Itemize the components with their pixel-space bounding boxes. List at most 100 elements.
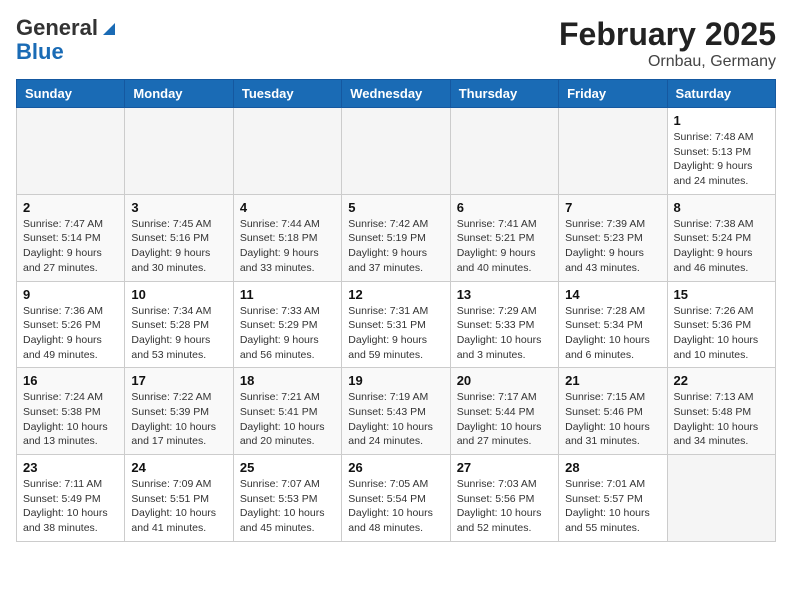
calendar-cell: 10 Sunrise: 7:34 AM Sunset: 5:28 PM Dayli… [125, 281, 233, 368]
day-info: Sunrise: 7:05 AM Sunset: 5:54 PM Dayligh… [348, 477, 443, 536]
calendar-week-3: 9Sunrise: 7:36 AM Sunset: 5:26 PM Daylig… [17, 281, 776, 368]
day-info: Sunrise: 7:07 AM Sunset: 5:53 PM Dayligh… [240, 477, 335, 536]
calendar-cell: 6 Sunrise: 7:41 AM Sunset: 5:21 PM Daylig… [450, 194, 558, 281]
title-block: February 2025 Ornbau, Germany [559, 16, 776, 71]
header-monday: Monday [125, 80, 233, 108]
day-info: Sunrise: 7:36 AM Sunset: 5:26 PM Dayligh… [23, 304, 118, 363]
calendar-cell: 15 Sunrise: 7:26 AM Sunset: 5:36 PM Dayli… [667, 281, 775, 368]
calendar-week-1: 1 Sunrise: 7:48 AM Sunset: 5:13 PM Daylig… [17, 108, 776, 195]
calendar-cell: 9Sunrise: 7:36 AM Sunset: 5:26 PM Daylig… [17, 281, 125, 368]
day-number: 13 [457, 287, 552, 302]
calendar-cell: 12 Sunrise: 7:31 AM Sunset: 5:31 PM Dayli… [342, 281, 450, 368]
day-info: Sunrise: 7:28 AM Sunset: 5:34 PM Dayligh… [565, 304, 660, 363]
calendar-cell: 24 Sunrise: 7:09 AM Sunset: 5:51 PM Dayli… [125, 455, 233, 542]
day-info: Sunrise: 7:42 AM Sunset: 5:19 PM Dayligh… [348, 217, 443, 276]
day-info: Sunrise: 7:33 AM Sunset: 5:29 PM Dayligh… [240, 304, 335, 363]
day-info: Sunrise: 7:26 AM Sunset: 5:36 PM Dayligh… [674, 304, 769, 363]
calendar-week-5: 23 Sunrise: 7:11 AM Sunset: 5:49 PM Dayli… [17, 455, 776, 542]
header-sunday: Sunday [17, 80, 125, 108]
day-number: 3 [131, 200, 226, 215]
day-info: Sunrise: 7:01 AM Sunset: 5:57 PM Dayligh… [565, 477, 660, 536]
page-header: General Blue February 2025 Ornbau, Germa… [16, 16, 776, 71]
day-info: Sunrise: 7:13 AM Sunset: 5:48 PM Dayligh… [674, 390, 769, 449]
day-number: 12 [348, 287, 443, 302]
calendar-cell [342, 108, 450, 195]
header-tuesday: Tuesday [233, 80, 341, 108]
day-info: Sunrise: 7:22 AM Sunset: 5:39 PM Dayligh… [131, 390, 226, 449]
day-info: Sunrise: 7:45 AM Sunset: 5:16 PM Dayligh… [131, 217, 226, 276]
day-number: 6 [457, 200, 552, 215]
header-friday: Friday [559, 80, 667, 108]
calendar-table: Sunday Monday Tuesday Wednesday Thursday… [16, 79, 776, 542]
calendar-cell: 20Sunrise: 7:17 AM Sunset: 5:44 PM Dayli… [450, 368, 558, 455]
day-number: 28 [565, 460, 660, 475]
day-info: Sunrise: 7:41 AM Sunset: 5:21 PM Dayligh… [457, 217, 552, 276]
day-number: 23 [23, 460, 118, 475]
day-number: 25 [240, 460, 335, 475]
calendar-cell: 4 Sunrise: 7:44 AM Sunset: 5:18 PM Daylig… [233, 194, 341, 281]
day-info: Sunrise: 7:39 AM Sunset: 5:23 PM Dayligh… [565, 217, 660, 276]
calendar-week-4: 16Sunrise: 7:24 AM Sunset: 5:38 PM Dayli… [17, 368, 776, 455]
calendar-cell: 16Sunrise: 7:24 AM Sunset: 5:38 PM Dayli… [17, 368, 125, 455]
day-info: Sunrise: 7:38 AM Sunset: 5:24 PM Dayligh… [674, 217, 769, 276]
day-info: Sunrise: 7:44 AM Sunset: 5:18 PM Dayligh… [240, 217, 335, 276]
calendar-cell: 19 Sunrise: 7:19 AM Sunset: 5:43 PM Dayli… [342, 368, 450, 455]
calendar-cell: 26 Sunrise: 7:05 AM Sunset: 5:54 PM Dayli… [342, 455, 450, 542]
calendar-cell [233, 108, 341, 195]
day-number: 26 [348, 460, 443, 475]
calendar-cell: 11 Sunrise: 7:33 AM Sunset: 5:29 PM Dayli… [233, 281, 341, 368]
calendar-cell: 23 Sunrise: 7:11 AM Sunset: 5:49 PM Dayli… [17, 455, 125, 542]
day-number: 20 [457, 373, 552, 388]
calendar-cell: 1 Sunrise: 7:48 AM Sunset: 5:13 PM Daylig… [667, 108, 775, 195]
calendar-cell: 27Sunrise: 7:03 AM Sunset: 5:56 PM Dayli… [450, 455, 558, 542]
calendar-cell: 3 Sunrise: 7:45 AM Sunset: 5:16 PM Daylig… [125, 194, 233, 281]
day-number: 7 [565, 200, 660, 215]
calendar-cell: 13 Sunrise: 7:29 AM Sunset: 5:33 PM Dayli… [450, 281, 558, 368]
header-thursday: Thursday [450, 80, 558, 108]
header-wednesday: Wednesday [342, 80, 450, 108]
day-info: Sunrise: 7:15 AM Sunset: 5:46 PM Dayligh… [565, 390, 660, 449]
day-number: 18 [240, 373, 335, 388]
day-number: 21 [565, 373, 660, 388]
calendar-cell [17, 108, 125, 195]
day-number: 27 [457, 460, 552, 475]
header-saturday: Saturday [667, 80, 775, 108]
day-info: Sunrise: 7:47 AM Sunset: 5:14 PM Dayligh… [23, 217, 118, 276]
calendar-cell: 25 Sunrise: 7:07 AM Sunset: 5:53 PM Dayli… [233, 455, 341, 542]
day-number: 19 [348, 373, 443, 388]
calendar-cell: 5 Sunrise: 7:42 AM Sunset: 5:19 PM Daylig… [342, 194, 450, 281]
day-number: 2 [23, 200, 118, 215]
day-number: 14 [565, 287, 660, 302]
calendar-cell: 17Sunrise: 7:22 AM Sunset: 5:39 PM Dayli… [125, 368, 233, 455]
calendar-header-row: Sunday Monday Tuesday Wednesday Thursday… [17, 80, 776, 108]
day-info: Sunrise: 7:48 AM Sunset: 5:13 PM Dayligh… [674, 130, 769, 189]
calendar-cell: 18 Sunrise: 7:21 AM Sunset: 5:41 PM Dayli… [233, 368, 341, 455]
calendar-cell [450, 108, 558, 195]
day-number: 15 [674, 287, 769, 302]
day-number: 24 [131, 460, 226, 475]
day-number: 10 [131, 287, 226, 302]
calendar-cell: 22Sunrise: 7:13 AM Sunset: 5:48 PM Dayli… [667, 368, 775, 455]
calendar-cell: 7 Sunrise: 7:39 AM Sunset: 5:23 PM Daylig… [559, 194, 667, 281]
day-number: 11 [240, 287, 335, 302]
day-info: Sunrise: 7:21 AM Sunset: 5:41 PM Dayligh… [240, 390, 335, 449]
day-number: 1 [674, 113, 769, 128]
day-info: Sunrise: 7:19 AM Sunset: 5:43 PM Dayligh… [348, 390, 443, 449]
calendar-cell: 2 Sunrise: 7:47 AM Sunset: 5:14 PM Daylig… [17, 194, 125, 281]
calendar-cell: 8Sunrise: 7:38 AM Sunset: 5:24 PM Daylig… [667, 194, 775, 281]
calendar-cell [125, 108, 233, 195]
logo-icon [100, 20, 118, 38]
logo: General Blue [16, 16, 118, 64]
day-number: 5 [348, 200, 443, 215]
day-info: Sunrise: 7:34 AM Sunset: 5:28 PM Dayligh… [131, 304, 226, 363]
calendar-cell [559, 108, 667, 195]
day-number: 16 [23, 373, 118, 388]
logo-general: General [16, 15, 98, 40]
day-info: Sunrise: 7:09 AM Sunset: 5:51 PM Dayligh… [131, 477, 226, 536]
calendar-cell: 28 Sunrise: 7:01 AM Sunset: 5:57 PM Dayli… [559, 455, 667, 542]
day-info: Sunrise: 7:11 AM Sunset: 5:49 PM Dayligh… [23, 477, 118, 536]
logo-blue: Blue [16, 39, 64, 64]
day-info: Sunrise: 7:29 AM Sunset: 5:33 PM Dayligh… [457, 304, 552, 363]
day-info: Sunrise: 7:31 AM Sunset: 5:31 PM Dayligh… [348, 304, 443, 363]
day-number: 4 [240, 200, 335, 215]
